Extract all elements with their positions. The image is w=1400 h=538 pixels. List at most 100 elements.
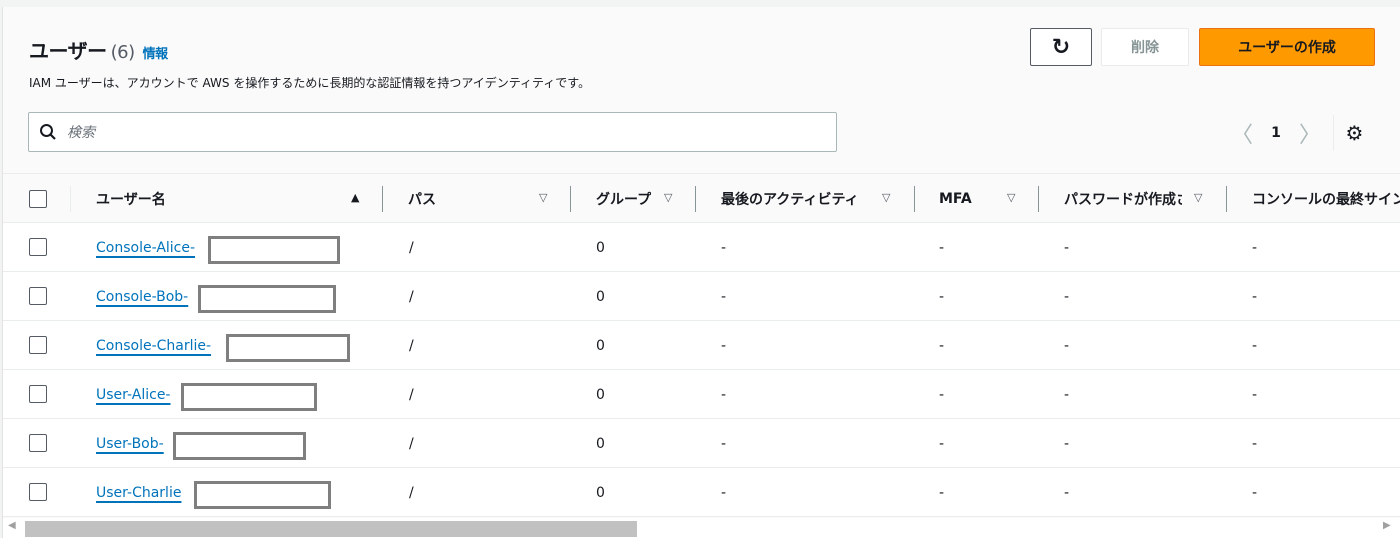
redacted-box — [226, 334, 350, 362]
password-age-cell: - — [1064, 239, 1070, 256]
info-link[interactable]: 情報 — [143, 47, 169, 62]
row-checkbox[interactable] — [29, 385, 47, 403]
title-text: ユーザー — [29, 39, 107, 63]
console-last-signin-cell: - — [1252, 386, 1258, 403]
redacted-box — [198, 285, 336, 313]
search-icon — [40, 124, 56, 140]
groups-cell: 0 — [596, 386, 605, 403]
row-checkbox[interactable] — [29, 287, 47, 305]
row-checkbox[interactable] — [29, 434, 47, 452]
username-link[interactable]: Console-Bob- — [96, 289, 188, 305]
row-checkbox[interactable] — [29, 238, 47, 256]
next-page-button[interactable]: 〉 — [1296, 117, 1324, 149]
column-last-activity[interactable]: 最後のアクティビティ — [721, 174, 873, 224]
search-placeholder: 検索 — [67, 125, 95, 141]
groups-cell: 0 — [596, 484, 605, 501]
table-row: User-Alice- / 0 - - - - — [3, 370, 1400, 419]
redacted-box — [194, 481, 331, 509]
console-last-signin-cell: - — [1252, 239, 1258, 256]
column-label: パス — [408, 192, 436, 208]
mfa-cell: - — [939, 435, 945, 452]
table-row: User-Charlie / 0 - - - - — [3, 468, 1400, 517]
create-user-button[interactable]: ユーザーの作成 — [1199, 28, 1375, 66]
column-username[interactable]: ユーザー名 — [96, 174, 336, 224]
column-mfa[interactable]: MFA — [939, 174, 999, 224]
row-checkbox[interactable] — [29, 483, 47, 501]
sort-icon[interactable]: ▽ — [882, 191, 890, 204]
path-cell: / — [409, 386, 414, 403]
username-link[interactable]: User-Charlie — [96, 485, 181, 501]
sort-icon[interactable]: ▽ — [1194, 191, 1202, 204]
table-row: Console-Alice- / 0 - - - - — [3, 223, 1400, 272]
column-label: ユーザー名 — [96, 192, 166, 208]
last-activity-cell: - — [721, 435, 727, 452]
redacted-box — [173, 432, 306, 460]
groups-cell: 0 — [596, 337, 605, 354]
users-panel: ユーザー (6) 情報 IAM ユーザーは、アカウントで AWS を操作するために長… — [2, 7, 1400, 538]
groups-cell: 0 — [596, 239, 605, 256]
username-link[interactable]: Console-Alice- — [96, 240, 195, 256]
username-link[interactable]: User-Bob- — [96, 436, 164, 452]
redacted-box — [208, 236, 340, 264]
password-age-cell: - — [1064, 386, 1070, 403]
table-row: User-Bob- / 0 - - - - — [3, 419, 1400, 468]
path-cell: / — [409, 288, 414, 305]
delete-button[interactable]: 削除 — [1101, 28, 1189, 66]
groups-cell: 0 — [596, 435, 605, 452]
mfa-cell: - — [939, 337, 945, 354]
horizontal-scrollbar[interactable]: ◀ ▶ — [3, 518, 1400, 538]
scrollbar-thumb[interactable] — [25, 521, 637, 537]
page-description: IAM ユーザーは、アカウントで AWS を操作するために長期的な認証情報を持つ… — [29, 76, 591, 90]
mfa-cell: - — [939, 288, 945, 305]
search-input[interactable]: 検索 — [28, 112, 837, 152]
username-link[interactable]: Console-Charlie- — [96, 338, 211, 354]
path-cell: / — [409, 435, 414, 452]
preferences-button[interactable]: ⚙ — [1333, 115, 1375, 151]
column-label: パスワードが作成されてからの時間 — [1064, 192, 1182, 208]
sort-icon[interactable]: ▽ — [664, 191, 672, 204]
column-path[interactable]: パス — [408, 174, 528, 224]
last-activity-cell: - — [721, 337, 727, 354]
user-count: (6) — [110, 42, 136, 63]
column-label: MFA — [939, 191, 972, 207]
refresh-button[interactable]: ↻ — [1030, 28, 1092, 66]
username-link[interactable]: User-Alice- — [96, 387, 170, 403]
scroll-left-icon[interactable]: ◀ — [8, 520, 16, 531]
sort-icon[interactable]: ▽ — [1007, 191, 1015, 204]
last-activity-cell: - — [721, 288, 727, 305]
console-last-signin-cell: - — [1252, 435, 1258, 452]
last-activity-cell: - — [721, 484, 727, 501]
table-row: Console-Charlie- / 0 - - - - — [3, 321, 1400, 370]
path-cell: / — [409, 239, 414, 256]
column-label: コンソールの最終サインイン — [1252, 192, 1400, 208]
console-last-signin-cell: - — [1252, 288, 1258, 305]
last-activity-cell: - — [721, 239, 727, 256]
column-label: グループ — [596, 192, 652, 208]
prev-page-button[interactable]: 〈 — [1228, 117, 1256, 149]
column-groups[interactable]: グループ — [596, 174, 652, 224]
sort-ascending-icon[interactable]: ▲ — [351, 191, 359, 204]
scroll-right-icon[interactable]: ▶ — [1383, 520, 1391, 531]
path-cell: / — [409, 484, 414, 501]
page-title: ユーザー (6) 情報 — [29, 35, 168, 64]
current-page[interactable]: 1 — [1256, 125, 1296, 141]
password-age-cell: - — [1064, 484, 1070, 501]
refresh-icon: ↻ — [1051, 34, 1071, 60]
sort-icon[interactable]: ▽ — [539, 191, 547, 204]
select-all-checkbox[interactable] — [29, 190, 47, 208]
last-activity-cell: - — [721, 386, 727, 403]
console-last-signin-cell: - — [1252, 484, 1258, 501]
password-age-cell: - — [1064, 435, 1070, 452]
column-password-age[interactable]: パスワードが作成されてからの時間 — [1064, 174, 1182, 224]
table-row: Console-Bob- / 0 - - - - — [3, 272, 1400, 321]
gear-icon: ⚙ — [1345, 121, 1364, 145]
groups-cell: 0 — [596, 288, 605, 305]
row-checkbox[interactable] — [29, 336, 47, 354]
path-cell: / — [409, 337, 414, 354]
password-age-cell: - — [1064, 337, 1070, 354]
mfa-cell: - — [939, 386, 945, 403]
column-console-last-signin[interactable]: コンソールの最終サインイン — [1252, 174, 1400, 224]
table-header: ユーザー名 ▲ パス ▽ グループ ▽ 最後のアクティビティ ▽ MFA ▽ パ… — [3, 173, 1400, 223]
console-last-signin-cell: - — [1252, 337, 1258, 354]
pagination: 〈 1 〉 — [1228, 117, 1324, 149]
